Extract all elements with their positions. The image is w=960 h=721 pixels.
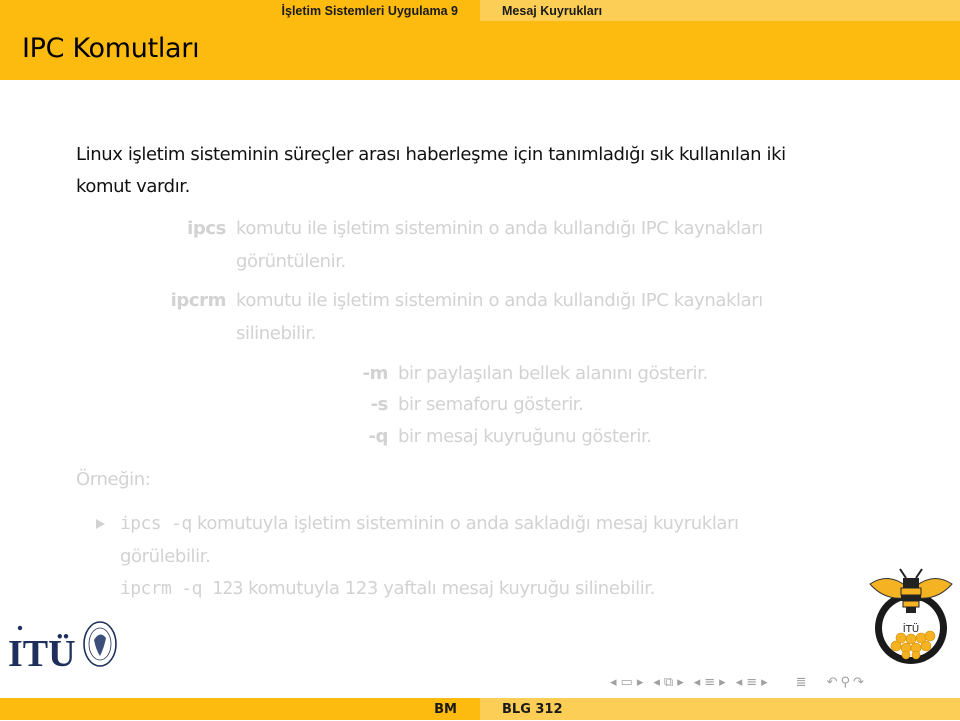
option-desc-s: bir semaforu gösterir. [398, 394, 584, 415]
nav-prev-section-icon[interactable]: ◂ [694, 672, 701, 694]
itu-logo-text: ITÜ [8, 633, 76, 674]
command-desc-ipcrm-cont: silinebilir. [236, 323, 316, 344]
command-term-ipcs: ipcs [187, 218, 226, 239]
footer-institution: BM [434, 702, 457, 717]
nav-search-icon[interactable]: ⚲ [840, 672, 850, 694]
faculty-bee-logo: İTÜ [866, 566, 956, 670]
header-course-section[interactable]: İşletim Sistemleri Uygulama 9 [0, 0, 480, 21]
slide-title: IPC Komutları [22, 33, 200, 64]
nav-prev-subsection-icon[interactable]: ◂ [653, 672, 660, 694]
option-flag-q: -q [368, 426, 388, 447]
footer-course-code: BLG 312 [502, 702, 563, 717]
intro-line-1: Linux işletim sisteminin süreçler arası … [76, 144, 786, 165]
nav-frame-icon[interactable]: ▭ [621, 672, 633, 694]
itu-seal-icon [83, 621, 117, 667]
footer-left-section: BM [0, 698, 480, 720]
command-desc-ipcrm: komutu ile işletim sisteminin o anda kul… [236, 290, 763, 311]
nav-back-icon[interactable]: ↶ [827, 672, 838, 694]
command-term-ipcrm: ipcrm [170, 290, 227, 311]
example-text-2: komutuyla 123 yaftalı mesaj kuyruğu sili… [242, 578, 655, 599]
nav-slide-icon[interactable]: ≡ [746, 672, 757, 694]
nav-toc-icon[interactable]: ≣ [796, 672, 807, 694]
footer-right-section: BLG 312 [480, 698, 960, 720]
example-item-2: ipcrm -q 123 komutuyla 123 yaftalı mesaj… [120, 573, 655, 605]
example-text-1: komutuyla işletim sisteminin o anda sakl… [191, 513, 739, 534]
bee-logo-text: İTÜ [903, 622, 919, 635]
example-item-1-cont: görülebilir. [120, 546, 211, 567]
option-desc-q: bir mesaj kuyruğunu gösterir. [398, 426, 652, 447]
example-label: Örneğin: [76, 469, 151, 490]
option-flag-s: -s [370, 394, 389, 415]
footer-bar: BM BLG 312 [0, 698, 960, 720]
nav-next-frame-icon[interactable]: ▸ [637, 672, 644, 694]
option-desc-m: bir paylaşılan bellek alanını gösterir. [398, 363, 708, 384]
header-topic-section[interactable]: Mesaj Kuyrukları [480, 0, 960, 21]
example-item-1: ipcs -q komutuyla işletim sisteminin o a… [120, 508, 739, 540]
example-code-ipcrm: ipcrm -q 123 [120, 578, 243, 599]
nav-next-subsection-icon[interactable]: ▸ [677, 672, 684, 694]
course-title[interactable]: İşletim Sistemleri Uygulama 9 [282, 4, 458, 18]
beamer-navigation: ◂ ▭ ▸ ◂ ⧉ ▸ ◂ ≡ ▸ ◂ ≡ ▸ ≣ ↶ ⚲ ↷ [610, 672, 864, 694]
nav-next-section-icon[interactable]: ▸ [719, 672, 726, 694]
nav-section-icon[interactable]: ≡ [704, 672, 715, 694]
nav-prev-frame-icon[interactable]: ◂ [610, 672, 617, 694]
header-bar: İşletim Sistemleri Uygulama 9 Mesaj Kuyr… [0, 0, 960, 21]
example-code-ipcs: ipcs -q [120, 513, 192, 534]
nav-forward-icon[interactable]: ↷ [853, 672, 864, 694]
slide-title-bar: IPC Komutları [0, 21, 960, 80]
intro-line-2: komut vardır. [76, 176, 190, 197]
command-desc-ipcs-cont: görüntülenir. [236, 251, 346, 272]
section-title[interactable]: Mesaj Kuyrukları [502, 4, 602, 18]
itu-logo: ITÜ [8, 612, 128, 675]
nav-prev-slide-icon[interactable]: ◂ [736, 672, 743, 694]
nav-next-slide-icon[interactable]: ▸ [761, 672, 768, 694]
option-flag-m: -m [362, 363, 389, 384]
command-desc-ipcs: komutu ile işletim sisteminin o anda kul… [236, 218, 763, 239]
bullet-triangle-icon [96, 519, 105, 529]
nav-subsection-icon[interactable]: ⧉ [664, 672, 673, 694]
